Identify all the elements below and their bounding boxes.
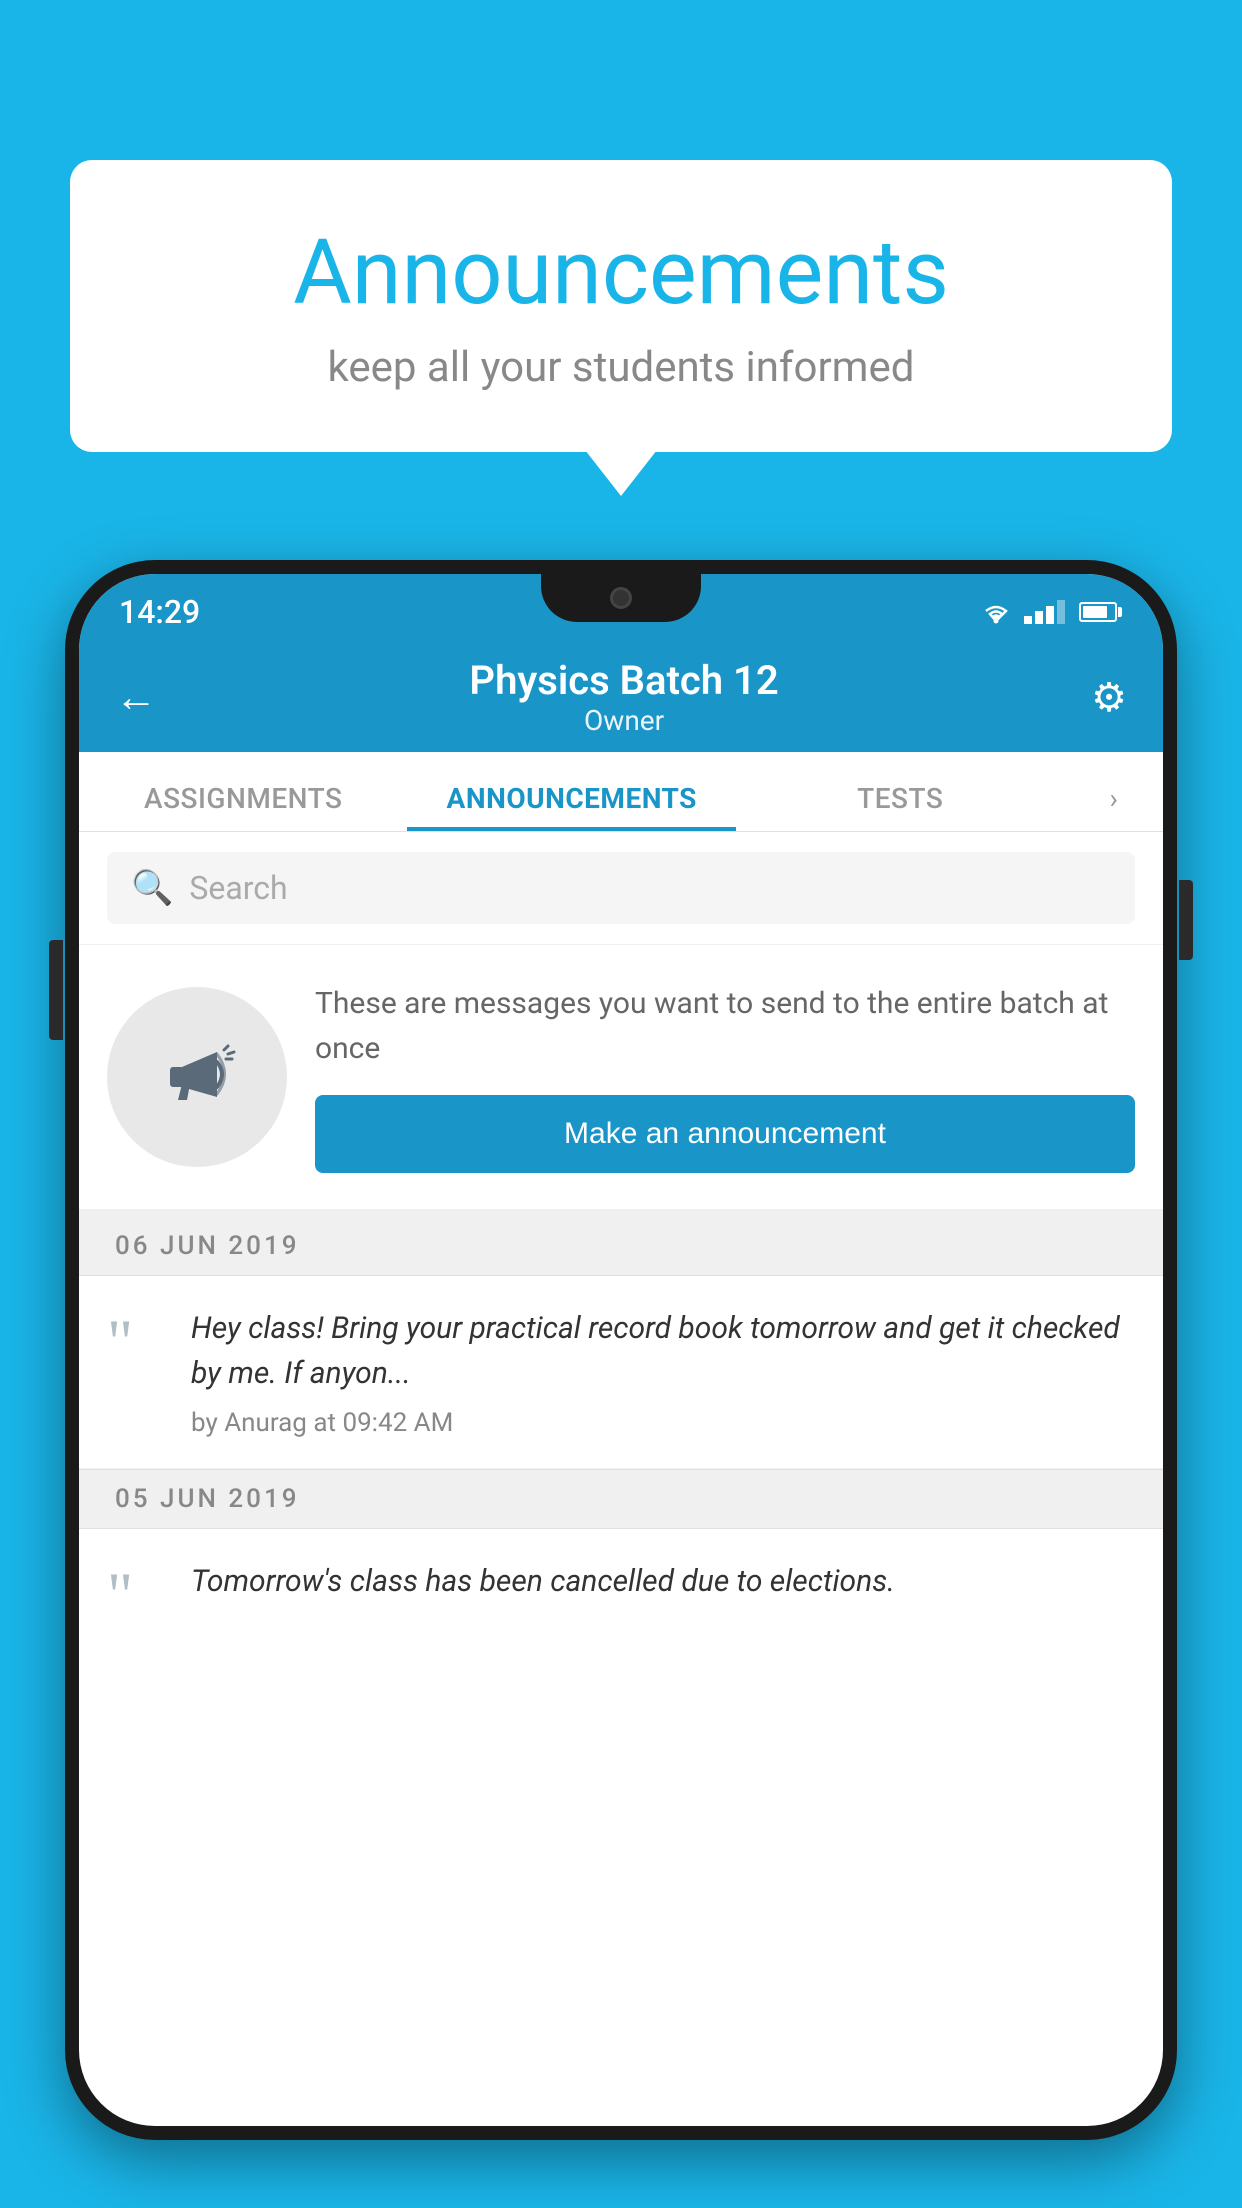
phone-screen: 14:29: [79, 574, 1163, 2126]
tab-tests[interactable]: TESTS: [736, 782, 1064, 831]
announcement-content-2: Tomorrow's class has been cancelled due …: [191, 1559, 1135, 1616]
signal-bars: [1024, 600, 1065, 624]
search-placeholder: Search: [189, 869, 287, 907]
phone-notch: [541, 574, 701, 622]
header-title-section: Physics Batch 12 Owner: [157, 657, 1091, 737]
make-announcement-button[interactable]: Make an announcement: [315, 1095, 1135, 1173]
header-subtitle: Owner: [157, 704, 1091, 737]
announcement-item-1[interactable]: " Hey class! Bring your practical record…: [79, 1276, 1163, 1469]
phone-mockup: 14:29: [65, 560, 1177, 2140]
tab-bar: ASSIGNMENTS ANNOUNCEMENTS TESTS ›: [79, 752, 1163, 832]
promo-section: These are messages you want to send to t…: [79, 945, 1163, 1217]
speech-bubble: Announcements keep all your students inf…: [70, 160, 1172, 452]
promo-description: These are messages you want to send to t…: [315, 981, 1135, 1071]
quote-mark-2: ": [107, 1569, 167, 1620]
search-bar[interactable]: 🔍 Search: [107, 852, 1135, 924]
battery-fill: [1083, 606, 1107, 618]
search-bar-container: 🔍 Search: [79, 832, 1163, 945]
date-separator-1: 06 JUN 2019: [79, 1217, 1163, 1276]
megaphone-icon: [152, 1032, 242, 1122]
front-camera: [610, 587, 632, 609]
announcement-text-1: Hey class! Bring your practical record b…: [191, 1306, 1135, 1396]
megaphone-icon-circle: [107, 987, 287, 1167]
promo-content: These are messages you want to send to t…: [315, 981, 1135, 1173]
header-title: Physics Batch 12: [157, 657, 1091, 704]
tab-assignments[interactable]: ASSIGNMENTS: [79, 782, 407, 831]
tab-more[interactable]: ›: [1064, 782, 1163, 831]
back-button[interactable]: ←: [115, 673, 157, 722]
status-time: 14:29: [119, 593, 200, 631]
quote-mark-1: ": [107, 1316, 167, 1367]
battery-icon: [1079, 602, 1117, 622]
announcement-text-2: Tomorrow's class has been cancelled due …: [191, 1559, 1135, 1604]
status-icons: [978, 599, 1117, 625]
phone-outer: 14:29: [65, 560, 1177, 2140]
speech-bubble-subtitle: keep all your students informed: [150, 343, 1092, 392]
speech-bubble-container: Announcements keep all your students inf…: [70, 160, 1172, 452]
app-header: ← Physics Batch 12 Owner ⚙: [79, 642, 1163, 752]
announcement-meta-1: by Anurag at 09:42 AM: [191, 1408, 1135, 1438]
announcement-item-2[interactable]: " Tomorrow's class has been cancelled du…: [79, 1529, 1163, 1650]
tab-announcements[interactable]: ANNOUNCEMENTS: [407, 782, 735, 831]
announcement-content-1: Hey class! Bring your practical record b…: [191, 1306, 1135, 1438]
speech-bubble-title: Announcements: [150, 220, 1092, 325]
settings-icon[interactable]: ⚙: [1091, 674, 1127, 721]
search-icon: 🔍: [131, 868, 173, 908]
date-separator-2: 05 JUN 2019: [79, 1469, 1163, 1529]
wifi-icon: [978, 599, 1014, 625]
